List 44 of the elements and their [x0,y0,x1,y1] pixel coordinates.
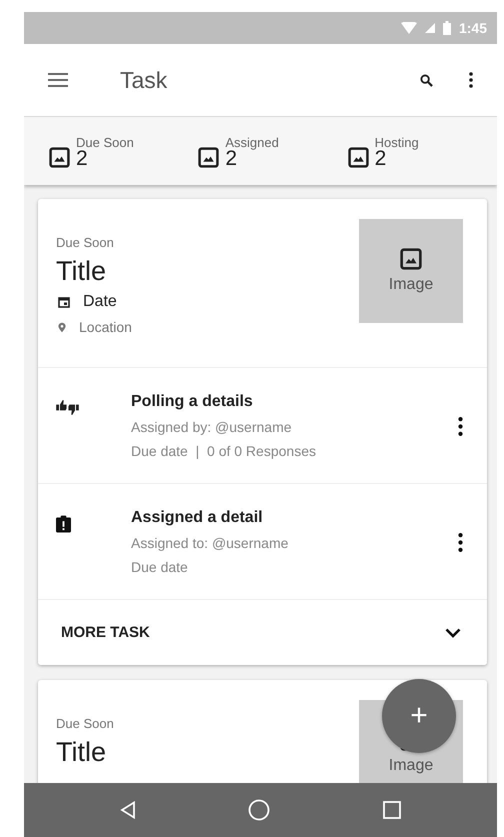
more-icon[interactable] [458,416,463,436]
more-icon[interactable] [469,72,473,88]
clipboard-alert-icon [56,515,71,533]
stat-count: 2 [374,150,386,168]
task-detail: Assigned by: @username [131,419,293,435]
battery-icon [442,21,451,35]
app-title: Task [120,66,168,94]
stat-label: Assigned [225,134,279,150]
image-icon [400,248,422,270]
status-time: 1:45 [458,20,487,36]
image-label: Image [388,757,434,775]
wifi-icon [400,22,417,34]
thumbs-up-down-icon [56,399,79,416]
calendar-icon [58,296,70,308]
card-status: Due Soon [56,235,115,250]
image-label: Image [388,276,434,294]
stat-label: Hosting [374,134,419,150]
task-detail: Due date [131,559,189,575]
back-icon[interactable] [120,801,136,819]
card-title: Title [56,256,108,287]
task-detail: Assigned to: @username [131,535,290,551]
card-status: Due Soon [56,716,114,731]
task-row[interactable]: Polling a details Assigned by: @username Due date | 0 of 0 Responses [38,368,487,484]
card-date: Date [83,293,117,311]
home-icon[interactable] [248,799,270,821]
stat-count: 2 [225,150,238,168]
card-location: Location [79,319,132,335]
location-pin-icon [58,322,66,332]
card-title: Title [56,737,108,768]
signal-icon [424,23,435,33]
image-icon [49,146,70,168]
search-icon[interactable] [420,74,433,86]
task-detail: Due date | 0 of 0 Responses [131,443,317,459]
image-icon [348,146,369,168]
menu-icon[interactable] [48,73,68,87]
task-title: Polling a details [131,393,254,411]
image-icon [198,146,220,168]
chevron-down-icon [445,628,461,638]
task-title: Assigned a detail [131,509,264,527]
stat-count: 2 [76,150,88,168]
more-icon[interactable] [458,532,463,552]
recents-icon[interactable] [382,801,401,819]
more-task-button[interactable]: MORE TASK [38,600,487,665]
stat-label: Due Soon [76,134,134,150]
